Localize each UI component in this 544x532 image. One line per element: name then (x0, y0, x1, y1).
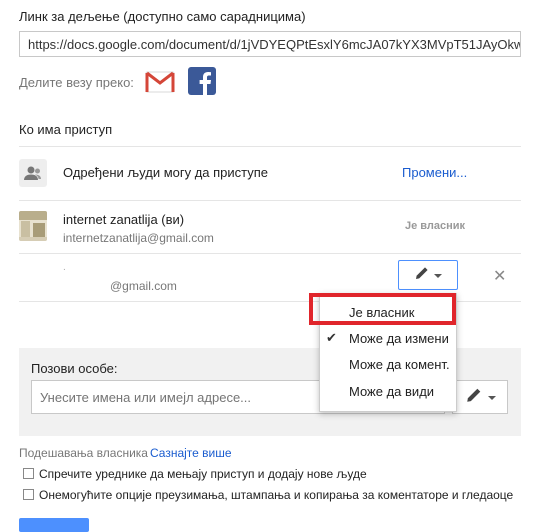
learn-more-link[interactable]: Сазнајте више (150, 446, 232, 460)
people-icon (19, 159, 47, 187)
divider (19, 146, 521, 147)
access-section-title: Ко има приступ (19, 122, 113, 137)
general-access-text: Одређени људи могу да приступе (63, 165, 269, 180)
menu-item-can-view[interactable]: Може да види (320, 379, 456, 405)
invite-permission-button[interactable] (452, 380, 508, 414)
chevron-down-icon (487, 388, 496, 406)
checkbox-label: Онемогућите опције преузимања, штампања … (39, 488, 514, 502)
checkbox-disable-download[interactable] (23, 489, 34, 500)
share-link-field[interactable]: https://docs.google.com/document/d/1jVDY… (19, 31, 521, 57)
check-icon: ✔ (326, 330, 337, 345)
person-name: internet zanatlija (ви) (63, 212, 185, 227)
menu-item-label: Може да види (349, 384, 435, 399)
checkbox-prevent-editors[interactable] (23, 468, 34, 479)
pencil-icon (465, 386, 483, 409)
person-email: @gmail.com (110, 279, 177, 293)
divider (19, 200, 521, 201)
person-name: . (63, 262, 66, 273)
share-via-label: Делите везу преко: (19, 75, 134, 90)
invite-label: Позови особе: (31, 361, 118, 376)
permission-dropdown-button[interactable] (398, 260, 458, 290)
change-access-link[interactable]: Промени... (402, 165, 467, 180)
person-email: internetzanatlija@gmail.com (63, 231, 214, 245)
menu-item-label: Може да комент. (349, 357, 450, 372)
facebook-icon[interactable] (188, 67, 216, 95)
menu-item-can-comment[interactable]: Може да комент. (320, 352, 456, 378)
chevron-down-icon (434, 266, 442, 284)
divider (19, 253, 521, 254)
menu-item-can-edit[interactable]: ✔ Може да измени (320, 326, 456, 352)
done-button[interactable] (19, 518, 89, 532)
close-icon[interactable]: ✕ (493, 266, 506, 286)
pencil-icon (414, 265, 430, 286)
avatar (19, 211, 47, 241)
owner-settings-label: Подешавања власника (19, 446, 148, 460)
highlight-box (309, 293, 456, 325)
share-link-label: Линк за дељење (доступно само сарадницим… (19, 9, 306, 24)
owner-role-label: Је власник (405, 220, 466, 232)
menu-item-label: Може да измени (349, 331, 449, 346)
gmail-icon[interactable] (145, 71, 175, 93)
checkbox-label: Спречите уреднике да мењају приступ и до… (39, 467, 367, 481)
